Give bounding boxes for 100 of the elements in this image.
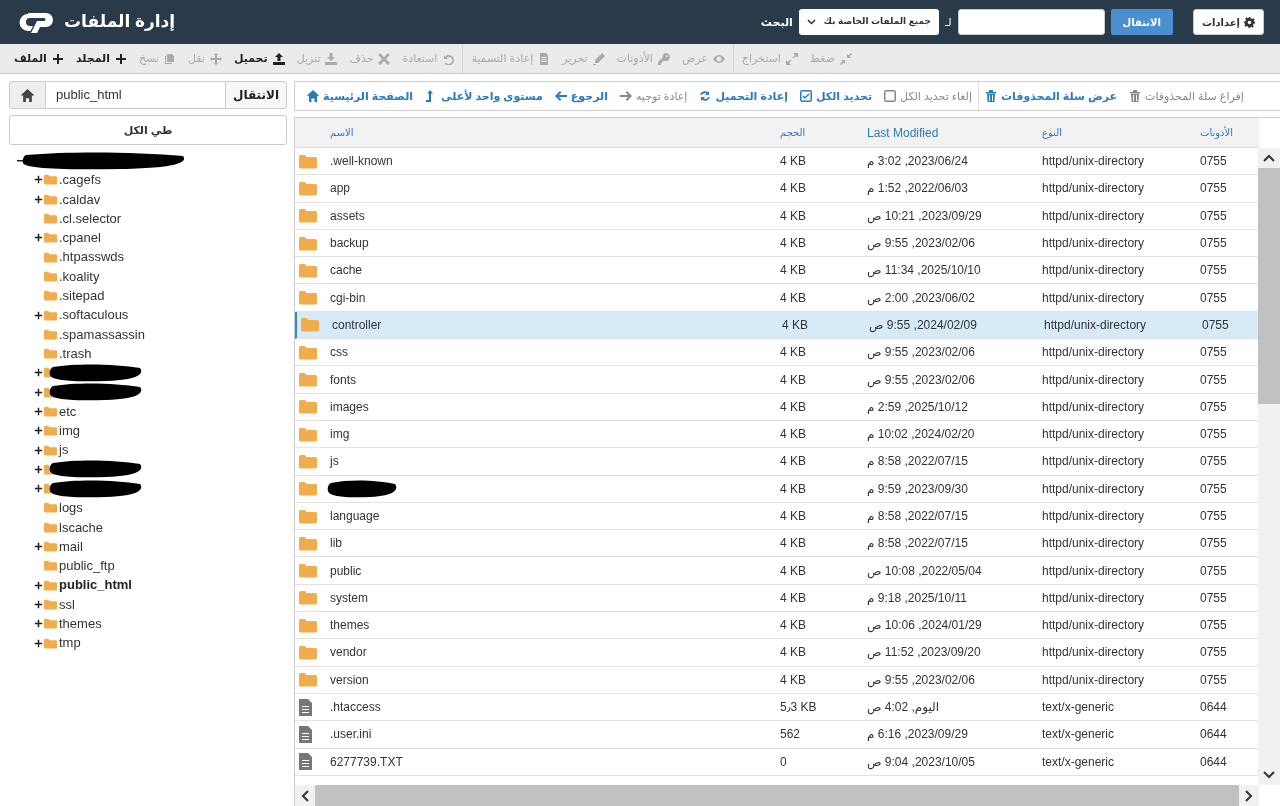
collapse-all-button[interactable]: طي الكل [9, 115, 287, 145]
file-name: backup [329, 235, 370, 253]
tree-item[interactable]: .cl.selector [59, 208, 122, 229]
expand-icon[interactable] [34, 484, 43, 494]
expand-icon[interactable] [34, 310, 43, 320]
tree-item[interactable]: .sitepad [59, 286, 105, 306]
tree-item[interactable]: public_ftp [59, 556, 115, 576]
toolbar-button[interactable]: تحديد الكل [797, 83, 876, 109]
modified-date: 2024/02/09, 9:55 ص [868, 316, 978, 334]
pencil-icon [592, 52, 605, 65]
expand-icon[interactable] [34, 445, 43, 455]
expand-icon[interactable] [34, 464, 43, 474]
eye-icon [712, 52, 725, 65]
tree-item[interactable]: .cagefs [59, 170, 101, 190]
folder-icon [299, 645, 317, 660]
go-button[interactable]: الانتقال [225, 81, 287, 109]
search-scope-select[interactable]: جميع الملفات الخاصة بك [798, 9, 939, 35]
file-type: httpd/unix-directory [1041, 617, 1146, 635]
scrollbar-thumb[interactable] [1258, 168, 1280, 404]
tree-item[interactable]: .cpanel [59, 228, 101, 248]
file-name: version [329, 671, 370, 689]
file-size: 4 KB [779, 617, 807, 635]
file-name: css [329, 344, 349, 362]
file-type: httpd/unix-directory [1041, 153, 1146, 171]
expand-icon[interactable] [34, 426, 43, 436]
column-header[interactable]: الحجم [775, 125, 862, 140]
tree-item[interactable]: mail [59, 536, 83, 557]
tree-item[interactable]: .caldav [59, 189, 101, 209]
toolbar-button[interactable]: الرجوع [551, 83, 611, 109]
column-header[interactable]: الاسم [325, 125, 775, 140]
tree-item[interactable]: .trash [59, 343, 92, 364]
vertical-scrollbar[interactable] [1258, 148, 1280, 785]
modified-date: اليوم, 4:02 ص [866, 699, 941, 717]
expand-icon[interactable] [34, 638, 43, 648]
tree-item[interactable]: ssl [59, 594, 75, 615]
tree-item[interactable]: .htpasswds [59, 247, 125, 267]
toolbar-button[interactable]: عرض سلة المحذوفات [982, 83, 1121, 109]
file-name: img [329, 426, 351, 444]
tree-item[interactable]: etc [59, 401, 77, 422]
file-name: 6277739.TXT [329, 753, 404, 771]
expand-icon[interactable] [34, 580, 43, 590]
tree-item[interactable]: js [59, 440, 69, 460]
column-header[interactable]: الأذونات [1195, 125, 1259, 140]
expand-icon[interactable] [34, 233, 43, 243]
file-name: themes [329, 617, 371, 635]
file-name: vendor [329, 644, 368, 662]
expand-icon[interactable] [34, 387, 43, 397]
toolbar-button[interactable]: الصفحة الرئيسية [304, 83, 417, 109]
folder-icon [299, 208, 317, 224]
folder-icon [299, 399, 317, 415]
file-size: 4 KB [779, 453, 807, 471]
expand-icon[interactable] [34, 599, 43, 609]
expand-icon[interactable] [34, 619, 43, 629]
tree-item[interactable]: tmp [59, 633, 81, 653]
search-field[interactable] [957, 9, 1105, 35]
file-permissions: 0755 [1199, 344, 1228, 362]
toolbar-button[interactable]: إعادة التحميل [696, 83, 791, 109]
expand-icon[interactable] [34, 175, 43, 185]
settings-button[interactable]: إعدادات [1192, 9, 1264, 35]
tree-item[interactable]: themes [59, 614, 102, 634]
tree-item[interactable]: img [59, 421, 80, 441]
tree-item[interactable]: public_html [59, 575, 132, 595]
chevron-down-icon [1263, 771, 1275, 779]
file-permissions: 0755 [1201, 316, 1230, 334]
file-name: cgi-bin [329, 289, 367, 307]
for-label: لـ [945, 14, 952, 30]
toolbar-button[interactable]: تحميل [228, 45, 290, 72]
modified-date: 2023/06/24, 3:02 م [866, 153, 969, 171]
folder-icon [44, 270, 57, 282]
tree-item[interactable]: .spamassassin [59, 324, 145, 345]
file-type: text/x-generic [1041, 699, 1116, 717]
chevron-down-icon [806, 19, 816, 25]
folder-icon [44, 444, 57, 456]
expand-icon[interactable] [34, 368, 43, 378]
file-type: httpd/unix-directory [1041, 235, 1146, 253]
file-size: 4 KB [779, 180, 807, 198]
column-header[interactable]: النوع [1037, 125, 1195, 140]
tree-item[interactable]: .softaculous [59, 305, 129, 325]
file-permissions: 0755 [1199, 289, 1228, 307]
folder-icon [44, 598, 57, 610]
path-field[interactable]: public_html [46, 81, 225, 109]
expand-icon[interactable] [34, 194, 43, 204]
column-header[interactable]: Last Modified [862, 123, 1037, 142]
toolbar-button[interactable]: مستوى واحد لأعلى [422, 83, 546, 109]
folder-icon [44, 309, 57, 321]
tree-item[interactable]: .koality [59, 266, 100, 287]
toolbar-button[interactable]: المجلد [70, 45, 132, 72]
tree-item[interactable]: lscache [59, 517, 104, 538]
home-button[interactable] [9, 81, 46, 109]
file-name: .htaccess [329, 699, 382, 717]
toolbar-button[interactable]: الملف [9, 45, 69, 72]
collapse-icon[interactable] [17, 157, 24, 165]
modified-date: 2023/10/05, 9:04 ص [866, 753, 976, 771]
file-size: 562 [779, 726, 802, 744]
file-permissions: 0755 [1199, 562, 1228, 580]
file-permissions: 0755 [1199, 398, 1228, 416]
tree-item[interactable]: logs [59, 498, 83, 518]
expand-icon[interactable] [34, 407, 43, 416]
folder-icon [299, 453, 317, 469]
expand-icon[interactable] [34, 542, 43, 552]
